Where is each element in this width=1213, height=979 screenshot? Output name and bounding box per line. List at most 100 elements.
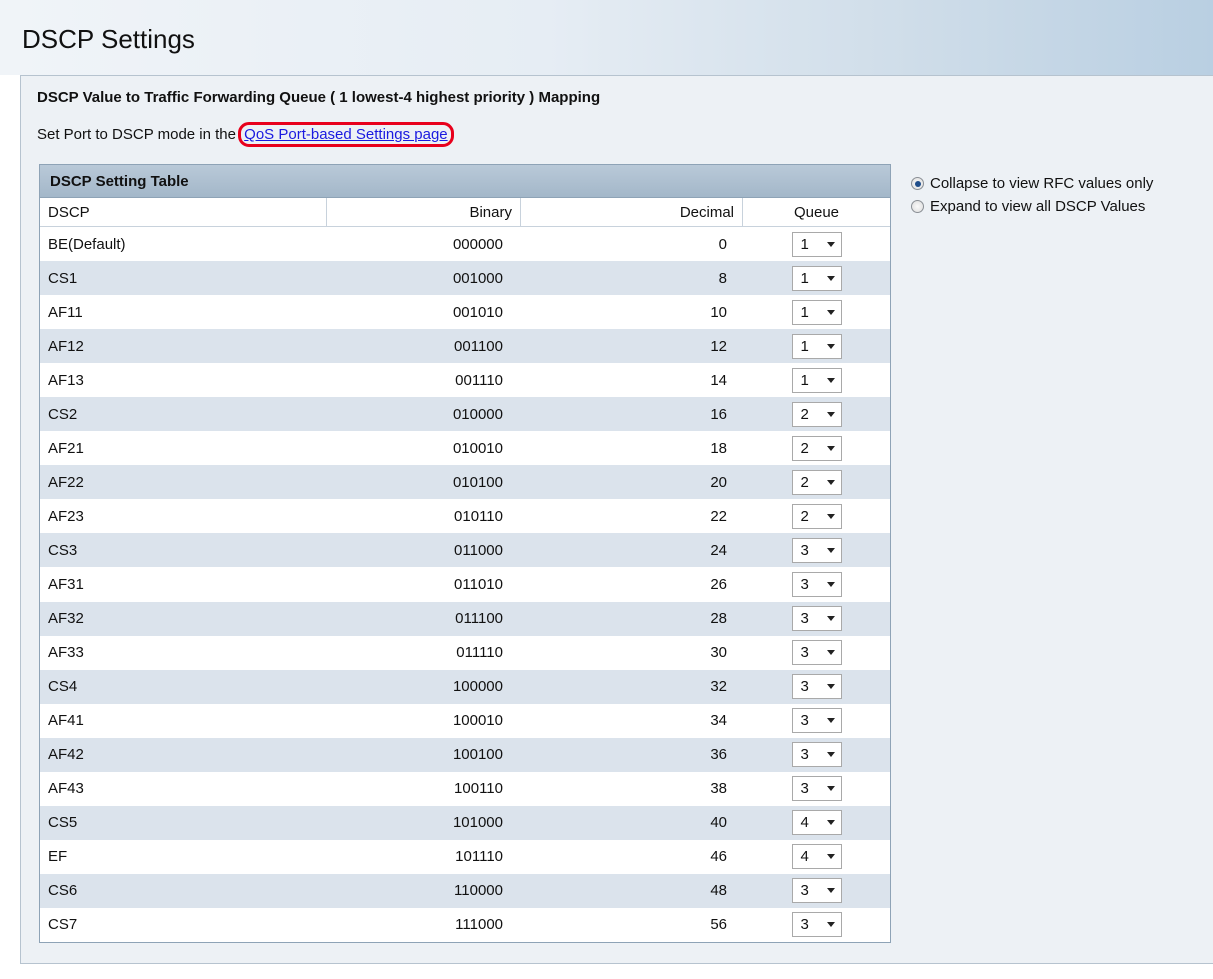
- chevron-down-icon: [826, 922, 835, 928]
- table-row: AF31 011010 26 3: [40, 567, 890, 602]
- dscp-mode-hint: Set Port to DSCP mode in the QoS Port-ba…: [37, 122, 454, 147]
- column-header-dscp: DSCP: [40, 198, 327, 227]
- queue-select[interactable]: 3: [791, 674, 842, 700]
- dscp-cell: CS2: [48, 405, 78, 423]
- decimal-cell: 18: [710, 439, 727, 457]
- chevron-down-icon: [826, 650, 835, 656]
- qos-port-based-settings-link[interactable]: QoS Port-based Settings page: [238, 122, 454, 147]
- chevron-down-icon: [826, 377, 835, 383]
- expand-radio-button[interactable]: [911, 200, 924, 213]
- dscp-cell: AF33: [48, 644, 84, 662]
- decimal-cell: 26: [710, 575, 727, 593]
- collapse-rfc-option[interactable]: Collapse to view RFC values only: [911, 172, 1153, 195]
- queue-select-value: 3: [800, 575, 809, 593]
- queue-cell: 3: [743, 537, 890, 563]
- queue-select[interactable]: 2: [791, 503, 842, 529]
- table-row: AF11 001010 10 1: [40, 295, 890, 330]
- queue-cell: 3: [743, 606, 890, 632]
- chevron-down-icon: [826, 854, 835, 860]
- queue-select-value: 3: [800, 644, 809, 662]
- chevron-down-icon: [826, 513, 835, 519]
- chevron-down-icon: [826, 411, 835, 417]
- chevron-down-icon: [826, 581, 835, 587]
- chevron-down-icon: [826, 786, 835, 792]
- decimal-cell: 24: [710, 541, 727, 559]
- queue-cell: 2: [743, 469, 890, 495]
- queue-select[interactable]: 3: [791, 571, 842, 597]
- chevron-down-icon: [826, 275, 835, 281]
- binary-cell: 011000: [454, 541, 503, 559]
- decimal-cell: 8: [718, 269, 727, 287]
- dscp-cell: CS7: [48, 916, 78, 934]
- queue-select[interactable]: 3: [791, 640, 842, 666]
- binary-cell: 000000: [452, 235, 503, 253]
- table-row: CS3 011000 24 3: [40, 533, 890, 568]
- queue-cell: 1: [743, 231, 890, 257]
- dscp-cell: CS5: [48, 814, 78, 832]
- queue-select-value: 3: [800, 746, 809, 764]
- queue-select[interactable]: 3: [791, 606, 842, 632]
- binary-cell: 100000: [452, 678, 503, 696]
- decimal-cell: 32: [710, 678, 727, 696]
- binary-cell: 010110: [454, 507, 503, 525]
- queue-select[interactable]: 4: [791, 810, 842, 836]
- queue-select-value: 3: [800, 882, 809, 900]
- queue-select[interactable]: 1: [791, 333, 842, 359]
- chevron-down-icon: [826, 343, 835, 349]
- decimal-cell: 14: [710, 371, 727, 389]
- table-row: CS2 010000 16 2: [40, 397, 890, 432]
- binary-cell: 001100: [454, 337, 503, 355]
- queue-select-value: 1: [800, 337, 809, 355]
- table-row: AF13 001110 14 1: [40, 363, 890, 398]
- column-header-decimal: Decimal: [521, 198, 743, 227]
- queue-select[interactable]: 3: [791, 742, 842, 768]
- binary-cell: 001010: [452, 303, 503, 321]
- expand-all-option[interactable]: Expand to view all DSCP Values: [911, 195, 1153, 218]
- dscp-cell: CS1: [48, 269, 78, 287]
- table-row: AF33 011110 30 3: [40, 635, 890, 670]
- queue-cell: 2: [743, 503, 890, 529]
- queue-cell: 3: [743, 912, 890, 938]
- collapse-radio-button[interactable]: [911, 177, 924, 190]
- binary-cell: 011100: [455, 610, 503, 628]
- chevron-down-icon: [826, 309, 835, 315]
- queue-select[interactable]: 1: [791, 367, 842, 393]
- dscp-cell: CS6: [48, 882, 78, 900]
- queue-select[interactable]: 1: [791, 265, 842, 291]
- queue-select[interactable]: 2: [791, 401, 842, 427]
- table-row: AF12 001100 12 1: [40, 329, 890, 364]
- queue-select-value: 4: [800, 848, 809, 866]
- queue-select[interactable]: 3: [791, 537, 842, 563]
- queue-select[interactable]: 3: [791, 776, 842, 802]
- chevron-down-icon: [826, 616, 835, 622]
- dscp-cell: AF32: [48, 610, 84, 628]
- queue-cell: 1: [743, 333, 890, 359]
- queue-select[interactable]: 3: [791, 878, 842, 904]
- section-title: DSCP Value to Traffic Forwarding Queue (…: [37, 89, 601, 106]
- decimal-cell: 28: [710, 610, 727, 628]
- queue-cell: 1: [743, 265, 890, 291]
- queue-cell: 1: [743, 367, 890, 393]
- queue-select[interactable]: 1: [791, 231, 842, 257]
- queue-select[interactable]: 2: [791, 435, 842, 461]
- table-header-row: DSCP Binary Decimal Queue: [40, 198, 890, 227]
- queue-select[interactable]: 3: [791, 912, 842, 938]
- chevron-down-icon: [826, 684, 835, 690]
- queue-select-value: 1: [800, 303, 809, 321]
- queue-select-value: 3: [800, 712, 809, 730]
- queue-cell: 3: [743, 776, 890, 802]
- queue-select-value: 1: [800, 371, 809, 389]
- dscp-cell: AF23: [48, 507, 84, 525]
- queue-select[interactable]: 4: [791, 844, 842, 870]
- table-row: CS1 001000 8 1: [40, 261, 890, 296]
- queue-select[interactable]: 2: [791, 469, 842, 495]
- queue-select[interactable]: 1: [791, 299, 842, 325]
- table-row: CS4 100000 32 3: [40, 669, 890, 704]
- queue-cell: 4: [743, 810, 890, 836]
- queue-select-value: 3: [800, 916, 809, 934]
- queue-cell: 3: [743, 878, 890, 904]
- decimal-cell: 22: [710, 507, 727, 525]
- table-row: BE(Default) 000000 0 1: [40, 227, 890, 262]
- queue-select[interactable]: 3: [791, 708, 842, 734]
- collapse-radio-label: Collapse to view RFC values only: [930, 175, 1154, 192]
